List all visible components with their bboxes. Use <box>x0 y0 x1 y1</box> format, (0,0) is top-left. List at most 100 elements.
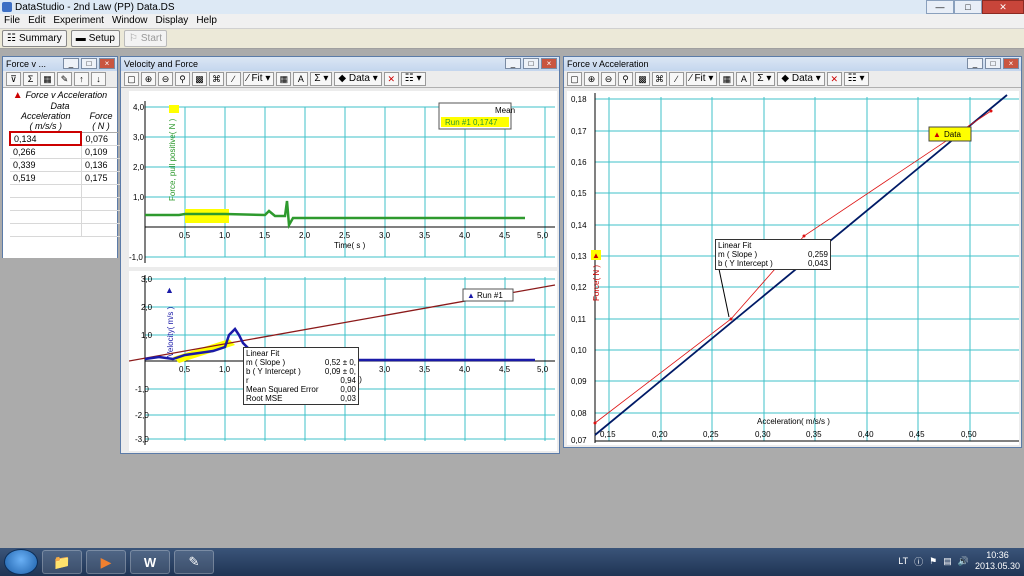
calculator-icon[interactable]: ▦ <box>719 72 735 86</box>
zoom-out-icon[interactable]: ⊖ <box>158 72 173 86</box>
sigma-icon[interactable]: Σ <box>23 72 38 86</box>
table-row[interactable] <box>10 197 122 211</box>
graph-settings-dropdown[interactable]: ☷ ▾ <box>400 72 426 86</box>
col-force[interactable]: Force( N ) <box>81 111 121 133</box>
fit-dropdown[interactable]: ∕ Fit ▾ <box>686 72 718 86</box>
pencil-icon[interactable]: ✎ <box>57 72 72 86</box>
sigma-icon: Σ <box>314 73 321 84</box>
table-row[interactable]: 0,134 0,076 <box>8 131 122 146</box>
minimize-button[interactable]: — <box>926 0 954 14</box>
menu-edit[interactable]: Edit <box>24 14 49 28</box>
zoom-select-icon[interactable]: ⚲ <box>175 72 190 86</box>
zoom-in-icon[interactable]: ⊕ <box>141 72 156 86</box>
zoom-in-icon[interactable]: ⊕ <box>584 72 599 86</box>
col-acceleration[interactable]: Acceleration( m/s/s ) <box>10 111 82 133</box>
fit-icon: ∕ <box>247 73 249 84</box>
fa-min-button[interactable]: _ <box>967 58 983 69</box>
maximize-button[interactable]: □ <box>954 0 982 14</box>
table-row[interactable] <box>10 223 122 237</box>
force-ylabel: Force, pull positive( N ) <box>168 118 177 201</box>
scale-to-fit-icon[interactable]: ▢ <box>567 72 582 86</box>
menu-window[interactable]: Window <box>108 14 152 28</box>
summary-button[interactable]: ☷ Summary <box>2 30 67 47</box>
window-controls: — □ ✕ <box>926 0 1024 14</box>
sort-icon[interactable]: ⊽ <box>6 72 21 86</box>
calc-icon[interactable]: ▦ <box>40 72 55 86</box>
text-tool-icon[interactable]: A <box>293 72 309 86</box>
language-indicator[interactable]: LT <box>898 556 908 566</box>
zoom-out-icon[interactable]: ⊖ <box>601 72 616 86</box>
fa-xtick: 0,25 <box>703 430 719 439</box>
menu-help[interactable]: Help <box>192 14 221 28</box>
start-orb[interactable] <box>4 549 38 575</box>
data-icon: ◆ <box>781 73 790 84</box>
start-button[interactable]: ⚐ Start <box>123 30 167 47</box>
force-ytick: -1,0 <box>129 253 143 262</box>
setup-button[interactable]: ▬ Setup <box>70 30 120 47</box>
network-icon[interactable]: ▤ <box>943 556 952 567</box>
table-row[interactable] <box>10 184 122 198</box>
vel-xtick: 4,5 <box>499 365 511 374</box>
info-icon[interactable]: ⓘ <box>914 555 923 568</box>
vel-legend-label: Run #1 <box>477 291 503 300</box>
table-close-button[interactable]: × <box>99 58 115 69</box>
fa-ytick: 0,13 <box>571 252 587 261</box>
fa-max-button[interactable]: □ <box>985 58 1001 69</box>
fa-ytick: 0,17 <box>571 127 587 136</box>
menu-file[interactable]: File <box>0 14 24 28</box>
data-dropdown[interactable]: ◆ Data ▾ <box>777 72 825 86</box>
graph-settings-dropdown[interactable]: ☷ ▾ <box>843 72 869 86</box>
fa-ytick: 0,15 <box>571 189 587 198</box>
statistics-dropdown[interactable]: Σ ▾ <box>310 72 333 86</box>
table-body: ▲ Force v Acceleration Data Acceleration… <box>3 88 122 258</box>
force-graph[interactable]: 4,0 3,0 2,0 1,0 -1,0 0,5 1,0 1,5 2,0 2,5… <box>129 91 557 267</box>
vf-min-button[interactable]: _ <box>505 58 521 69</box>
datastudio-icon <box>2 2 12 12</box>
calculator-icon[interactable]: ▦ <box>276 72 292 86</box>
word-task[interactable]: W <box>130 550 170 574</box>
table-max-button[interactable]: □ <box>81 58 97 69</box>
table-min-button[interactable]: _ <box>63 58 79 69</box>
menu-display[interactable]: Display <box>152 14 193 28</box>
table-row[interactable] <box>10 210 122 224</box>
explorer-task[interactable]: 📁 <box>42 550 82 574</box>
table-row[interactable]: 0,519 0,175 <box>10 171 122 185</box>
vel-ytick: -1,0 <box>135 385 149 394</box>
fit-dropdown[interactable]: ∕ Fit ▾ <box>243 72 275 86</box>
fa-toolbar: ▢ ⊕ ⊖ ⚲ ▩ ⌘ ∕ ∕ Fit ▾ ▦ A Σ ▾ ◆ Data ▾ ✕… <box>564 71 1021 88</box>
slope-tool-icon[interactable]: ∕ <box>226 72 241 86</box>
delete-icon[interactable]: ↓ <box>91 72 106 86</box>
table-row[interactable]: 0,266 0,109 <box>10 145 122 159</box>
fa-ytick: 0,11 <box>571 315 587 324</box>
smart-tool-icon[interactable]: ⌘ <box>209 72 224 86</box>
lock-icon[interactable]: ▩ <box>192 72 207 86</box>
datastudio-task[interactable]: ✎ <box>174 550 214 574</box>
fa-close-button[interactable]: × <box>1003 58 1019 69</box>
close-button[interactable]: ✕ <box>982 0 1024 14</box>
velocity-fit-box[interactable]: Linear Fit m ( Slope ) 0,52 ± 0, b ( Y In… <box>243 347 359 405</box>
media-task[interactable]: ▶ <box>86 550 126 574</box>
vf-close-button[interactable]: × <box>541 58 557 69</box>
scale-to-fit-icon[interactable]: ▢ <box>124 72 139 86</box>
lock-icon[interactable]: ▩ <box>635 72 650 86</box>
vel-legend-icon: ▲ <box>467 291 475 300</box>
table-row[interactable]: 0,339 0,136 <box>10 158 122 172</box>
remove-icon[interactable]: ✕ <box>826 72 842 86</box>
menu-experiment[interactable]: Experiment <box>49 14 108 28</box>
fit-row: Root MSE 0,03 <box>246 394 356 403</box>
volume-icon[interactable]: 🔊 <box>958 556 969 567</box>
flag-icon[interactable]: ⚑ <box>929 556 937 567</box>
vf-max-button[interactable]: □ <box>523 58 539 69</box>
remove-icon[interactable]: ✕ <box>383 72 399 86</box>
smart-tool-icon[interactable]: ⌘ <box>652 72 667 86</box>
text-tool-icon[interactable]: A <box>736 72 752 86</box>
fa-fit-box[interactable]: Linear Fit m ( Slope ) 0,259 b ( Y Interc… <box>715 239 831 270</box>
statistics-dropdown[interactable]: Σ ▾ <box>753 72 776 86</box>
fa-xtick: 0,35 <box>806 430 822 439</box>
vel-axis-marker: ▲ <box>165 285 174 295</box>
slope-tool-icon[interactable]: ∕ <box>669 72 684 86</box>
data-dropdown[interactable]: ◆ Data ▾ <box>334 72 382 86</box>
clock[interactable]: 10:36 2013.05.30 <box>975 550 1020 572</box>
zoom-select-icon[interactable]: ⚲ <box>618 72 633 86</box>
insert-icon[interactable]: ↑ <box>74 72 89 86</box>
